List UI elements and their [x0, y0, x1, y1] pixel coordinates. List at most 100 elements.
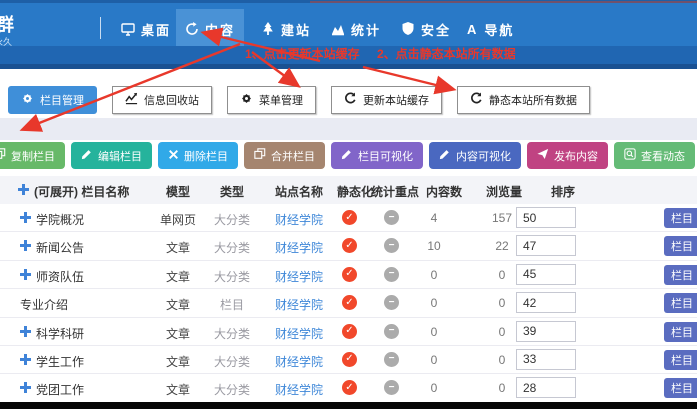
desktop-icon [121, 22, 135, 36]
refresh-icon [470, 92, 483, 108]
stat-disabled-icon[interactable]: − [384, 352, 399, 367]
static-enabled-icon[interactable]: ✓ [342, 295, 357, 310]
row-column-button[interactable]: 栏目 [664, 265, 697, 285]
expand-plus-icon[interactable] [20, 269, 31, 283]
site-link[interactable]: 财经学院 [268, 211, 330, 228]
expand-plus-icon[interactable] [20, 326, 31, 340]
static-enabled-icon[interactable]: ✓ [342, 380, 357, 395]
type-value: 大分类 [204, 325, 260, 342]
row-column-button[interactable]: 栏目 [664, 293, 697, 313]
button-label: 菜单管理 [259, 92, 303, 108]
table-row: 学生工作 文章 大分类 财经学院 ✓ − 0 0 栏目 [0, 346, 697, 374]
nav-divider [100, 17, 101, 39]
row-column-button[interactable]: 栏目 [664, 350, 697, 370]
site-link[interactable]: 财经学院 [268, 353, 330, 370]
sort-input-field[interactable] [516, 377, 576, 398]
sort-input [516, 292, 576, 313]
info-recycle-bin-button[interactable]: 信息回收站 [112, 86, 212, 114]
row-column-button[interactable]: 栏目 [664, 378, 697, 398]
column-name[interactable]: 新闻公告 [36, 239, 84, 256]
letter-a-icon: A [467, 22, 478, 37]
sort-input-field[interactable] [516, 292, 576, 313]
expand-all-plus-icon[interactable] [18, 184, 29, 198]
nav-item-label: 统计 [351, 20, 381, 39]
nav-item-statistics[interactable]: 统计 [322, 9, 390, 49]
pencil-icon [81, 148, 93, 163]
nav-item-site-build[interactable]: 建站 [252, 9, 320, 49]
copy-column-button[interactable]: 复制栏目 [0, 142, 65, 169]
nav-item-label: 导航 [484, 20, 514, 39]
expand-plus-icon[interactable] [20, 212, 31, 226]
type-value: 大分类 [204, 353, 260, 370]
nav-item-desktop[interactable]: 桌面 [112, 9, 180, 49]
stat-disabled-icon[interactable]: − [384, 380, 399, 395]
sort-input-field[interactable] [516, 264, 576, 285]
column-visualize-button[interactable]: 栏目可视化 [331, 142, 423, 169]
site-link[interactable]: 财经学院 [268, 268, 330, 285]
cms-admin-window: 群 永久 桌面 内容 建站 统计 [0, 0, 697, 409]
row-column-button[interactable]: 栏目 [664, 322, 697, 342]
static-enabled-icon[interactable]: ✓ [342, 267, 357, 282]
header-type: 类型 [204, 183, 260, 200]
sort-input [516, 207, 576, 228]
static-all-data-button[interactable]: 静态本站所有数据 [457, 86, 590, 114]
static-enabled-icon[interactable]: ✓ [342, 238, 357, 253]
row-column-button[interactable]: 栏目 [664, 236, 697, 256]
stat-disabled-icon[interactable]: − [384, 267, 399, 282]
edit-column-button[interactable]: 编辑栏目 [71, 142, 152, 169]
nav-item-content[interactable]: 内容 [176, 9, 244, 49]
site-link[interactable]: 财经学院 [268, 296, 330, 313]
stat-disabled-icon[interactable]: − [384, 295, 399, 310]
sort-input-field[interactable] [516, 235, 576, 256]
row-column-button[interactable]: 栏目 [664, 208, 697, 228]
site-link[interactable]: 财经学院 [268, 325, 330, 342]
stat-disabled-icon[interactable]: − [384, 324, 399, 339]
column-name[interactable]: 学生工作 [36, 353, 84, 370]
site-link[interactable]: 财经学院 [268, 239, 330, 256]
column-name[interactable]: 师资队伍 [36, 268, 84, 285]
content-count: 10 [418, 239, 450, 253]
column-name[interactable]: 专业介绍 [20, 296, 68, 313]
nav-item-label: 建站 [281, 20, 311, 39]
pencil-icon [439, 148, 451, 163]
static-enabled-icon[interactable]: ✓ [342, 324, 357, 339]
header-stat-focus: 统计重点 [371, 183, 419, 200]
screenshot-bottom-border [0, 402, 697, 409]
sort-input-field[interactable] [516, 321, 576, 342]
publish-content-button[interactable]: 发布内容 [527, 142, 608, 169]
merge-column-button[interactable]: 合并栏目 [244, 142, 325, 169]
content-count: 0 [418, 268, 450, 282]
static-enabled-icon[interactable]: ✓ [342, 210, 357, 225]
type-value: 大分类 [204, 268, 260, 285]
site-link[interactable]: 财经学院 [268, 381, 330, 398]
expand-plus-icon[interactable] [20, 382, 31, 396]
stat-disabled-icon[interactable]: − [384, 210, 399, 225]
nav-item-navigation[interactable]: A 导航 [458, 9, 523, 49]
model-value: 文章 [148, 381, 208, 398]
content-count: 0 [418, 381, 450, 395]
nav-item-label: 内容 [205, 20, 235, 39]
column-name[interactable]: 科学科研 [36, 325, 84, 342]
column-name[interactable]: 学院概况 [36, 211, 84, 228]
expand-plus-icon[interactable] [20, 354, 31, 368]
view-activity-button[interactable]: 查看动态 [614, 142, 695, 169]
menu-manage-button[interactable]: 菜单管理 [227, 86, 316, 114]
header-name: (可展开) 栏目名称 [34, 183, 129, 200]
header-content-count: 内容数 [426, 183, 462, 200]
sort-input-field[interactable] [516, 207, 576, 228]
update-site-cache-button[interactable]: 更新本站缓存 [331, 86, 442, 114]
column-name[interactable]: 党团工作 [36, 381, 84, 398]
content-visualize-button[interactable]: 内容可视化 [429, 142, 521, 169]
gear-icon [21, 92, 34, 108]
pencil-icon [341, 148, 353, 163]
expand-plus-icon[interactable] [20, 240, 31, 254]
static-enabled-icon[interactable]: ✓ [342, 352, 357, 367]
column-manage-button[interactable]: 栏目管理 [8, 86, 97, 114]
delete-column-button[interactable]: 删除栏目 [158, 142, 238, 169]
sort-input-field[interactable] [516, 349, 576, 370]
top-navbar: 群 永久 桌面 内容 建站 统计 [0, 0, 697, 46]
nav-item-security[interactable]: 安全 [392, 9, 460, 49]
type-value: 栏目 [204, 296, 260, 313]
stat-disabled-icon[interactable]: − [384, 238, 399, 253]
button-label: 栏目管理 [40, 92, 84, 108]
